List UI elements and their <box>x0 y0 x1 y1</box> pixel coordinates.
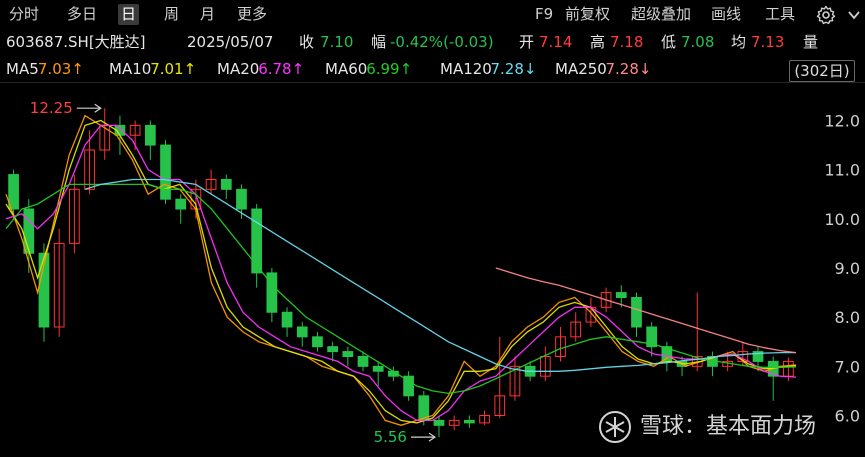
candle-body <box>251 208 263 274</box>
toolbar-item-4[interactable]: 工具 <box>762 4 798 25</box>
candle-body <box>281 311 293 328</box>
ma-legend-name: MA10 <box>109 60 152 78</box>
ma-legend-name: MA60 <box>325 60 368 78</box>
ma-legend-value: 7.01↑ <box>150 60 197 78</box>
tab-period-0[interactable]: 分时 <box>6 4 42 25</box>
open-label: 开 <box>519 33 535 51</box>
ma-legend-name: MA250 <box>555 60 607 78</box>
quote-info-bar: 603687.SH[大胜达] 2025/05/07 收 7.10 幅 -0.42… <box>0 29 865 55</box>
ma-legend-value: 6.78↑ <box>258 60 305 78</box>
tab-period-3[interactable]: 周 <box>161 4 182 25</box>
tab-period-5[interactable]: 更多 <box>234 4 270 25</box>
ma-line-ma10 <box>5 119 797 424</box>
candle-body <box>327 346 338 353</box>
toolbar-item-1[interactable]: 前复权 <box>562 4 613 25</box>
price-annotation-low: 5.56 <box>374 428 407 446</box>
y-tick-label: 6.0 <box>835 407 860 426</box>
period-toolbar: 分时 多日日周月更多 F9 前复权 超级叠加 画线 工具 <box>0 0 865 29</box>
change-value: -0.42%(-0.03) <box>390 33 494 51</box>
toolbar-item-2[interactable]: 超级叠加 <box>628 4 694 25</box>
low-value: 7.08 <box>681 33 715 51</box>
high-value: 7.18 <box>610 33 644 51</box>
price-annotation-high: 12.25 <box>30 99 73 117</box>
candle-body <box>464 419 475 424</box>
avg-label: 均 <box>731 33 747 51</box>
change-label: 幅 <box>371 33 387 51</box>
watermark-text: 雪球：基本面力场 <box>640 414 817 439</box>
y-tick-label: 12.0 <box>824 112 860 131</box>
candle-body <box>236 188 247 210</box>
ma-line-ma250 <box>495 267 797 354</box>
high-label: 高 <box>590 33 606 51</box>
ma-legend-name: MA120 <box>440 60 492 78</box>
xueqiu-logo-icon <box>599 411 631 443</box>
annotation-arrow <box>76 103 102 113</box>
candle-body <box>342 351 354 358</box>
avg-value: 7.13 <box>751 33 785 51</box>
candle-body <box>433 419 445 426</box>
candle-body <box>631 297 642 328</box>
kline-chart[interactable]: 12.0 11.0 10.0 9.0 8.0 7.0 6.0 12.25 5.56 <box>0 83 865 457</box>
volume-label: 量 <box>803 33 819 51</box>
candle-body <box>8 174 19 210</box>
tab-period-2[interactable]: 日 <box>118 4 140 25</box>
y-tick-label: 9.0 <box>835 259 860 278</box>
y-tick-label: 11.0 <box>824 161 860 180</box>
candle-body <box>615 292 627 298</box>
candle-body <box>357 356 369 367</box>
stock-code-name: 603687.SH[大胜达] <box>6 33 146 51</box>
ma-legend-bar: MA5 7.03↑ MA10 7.01↑ MA20 6.78↑ MA60 6.99↑ MA120… <box>0 56 865 82</box>
candle-body <box>372 365 384 372</box>
toolbar-item-3[interactable]: 画线 <box>708 4 744 25</box>
ma-legend-value: 7.28↓ <box>605 60 652 78</box>
ma-legend-value: 6.99↑ <box>366 60 413 78</box>
y-tick-label: 7.0 <box>835 357 860 376</box>
toolbar-item-0[interactable]: F9 <box>532 4 556 25</box>
annotation-arrow <box>410 432 437 442</box>
candle-body <box>175 198 187 210</box>
candle-body <box>160 144 171 200</box>
y-tick-label: 10.0 <box>824 210 860 229</box>
chevron-down-icon[interactable] <box>846 5 862 25</box>
ma-legend-name: MA5 <box>6 60 39 78</box>
gear-icon[interactable] <box>816 5 836 25</box>
low-label: 低 <box>661 33 677 51</box>
close-value: 7.10 <box>320 33 354 51</box>
candle-body <box>312 336 323 348</box>
candle-body <box>23 208 35 254</box>
ma-legend-value: 7.28↓ <box>490 60 537 78</box>
ma-line-ma120 <box>84 178 796 372</box>
candle-body <box>220 179 232 190</box>
candle-body <box>296 326 308 338</box>
days-range-selector[interactable]: (302日) <box>789 60 855 82</box>
open-value: 7.14 <box>539 33 573 51</box>
tab-period-1[interactable]: 多日 <box>64 4 100 25</box>
candle-body <box>144 124 156 146</box>
tab-period-4[interactable]: 月 <box>197 4 218 25</box>
candle-body <box>266 272 278 313</box>
ma-legend-value: 7.03↑ <box>37 60 84 78</box>
close-label: 收 <box>299 33 315 51</box>
ma-line-ma5 <box>5 114 797 426</box>
y-tick-label: 8.0 <box>835 308 860 327</box>
ma-legend-name: MA20 <box>217 60 260 78</box>
quote-date: 2025/05/07 <box>187 33 274 51</box>
